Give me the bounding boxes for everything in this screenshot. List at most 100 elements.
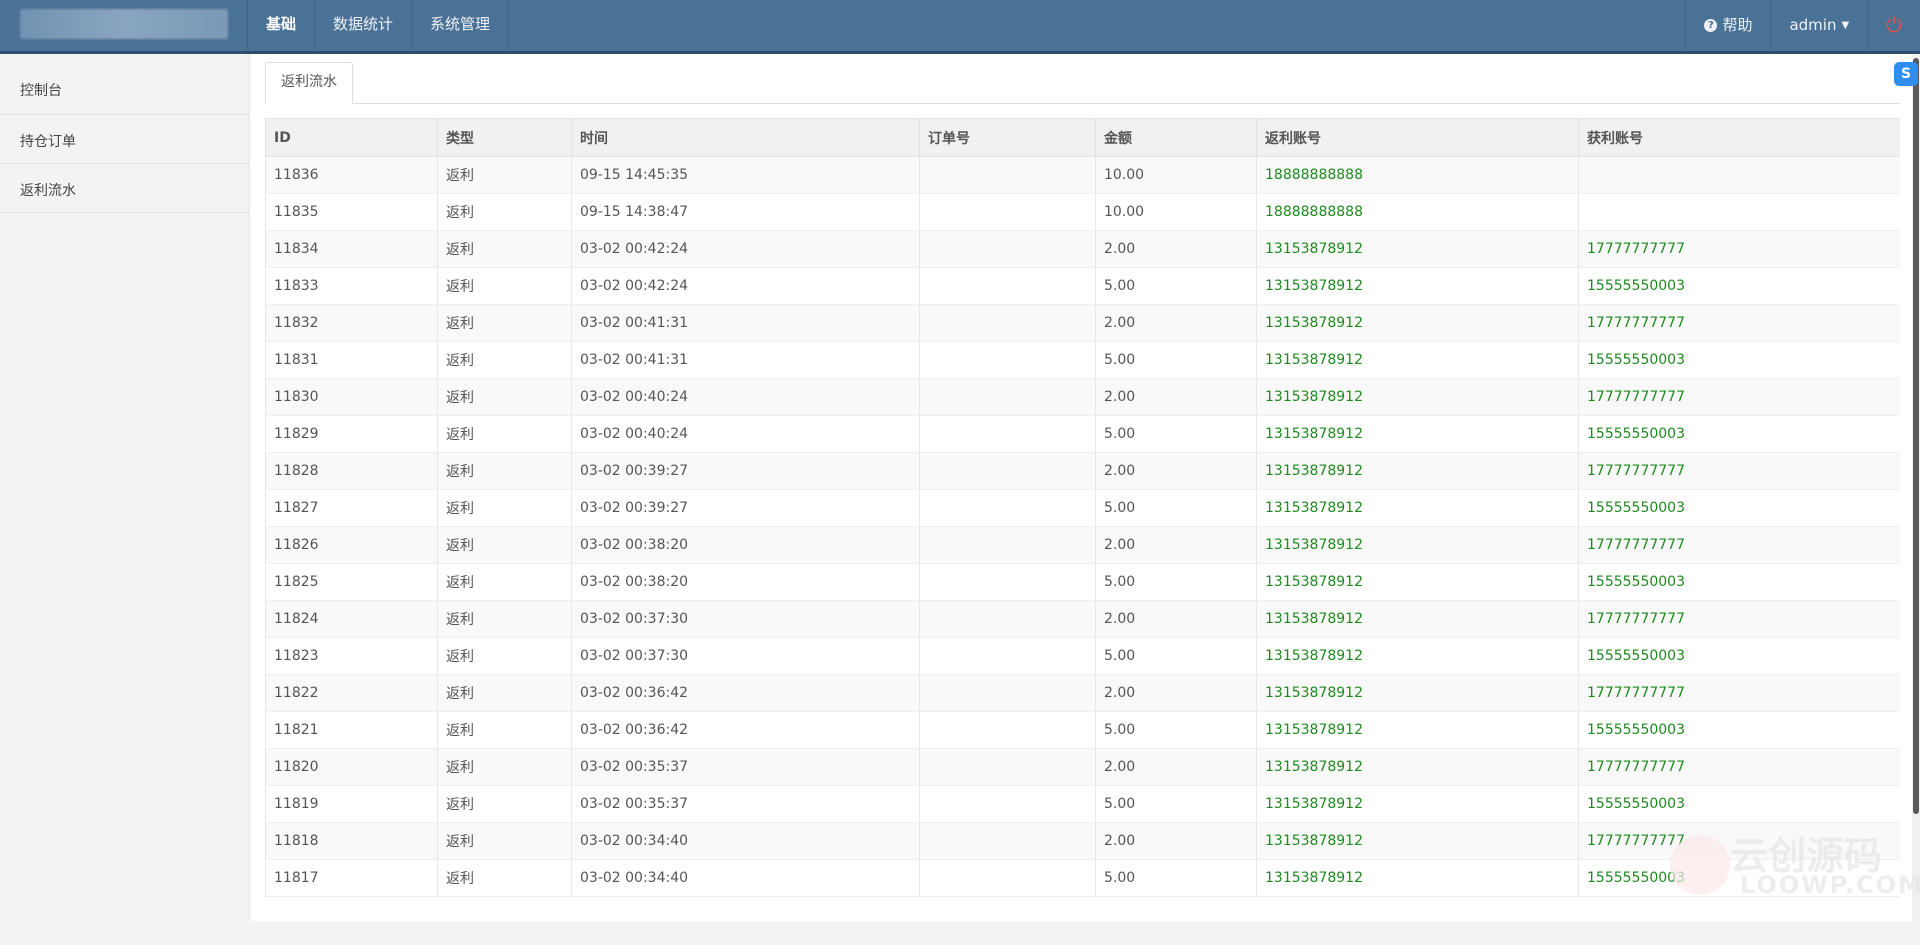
cell-type: 返利 (437, 378, 572, 416)
cell-order-no (919, 600, 1096, 638)
cell-time: 03-02 00:39:27 (571, 452, 920, 490)
cell-id: 11834 (265, 230, 438, 268)
table-row: 11825 返利 03-02 00:38:20 5.00 13153878912 1555… (265, 563, 1900, 601)
cell-time: 03-02 00:40:24 (571, 415, 920, 453)
sidebar-item-rebate-flow[interactable]: 返利流水 (0, 164, 249, 213)
cell-order-no (919, 489, 1096, 527)
cell-id: 11821 (265, 711, 438, 749)
logout-button[interactable]: ⏻ (1867, 0, 1920, 51)
cell-time: 03-02 00:36:42 (571, 711, 920, 749)
scrollbar-thumb[interactable] (1913, 58, 1919, 814)
table-row: 11829 返利 03-02 00:40:24 5.00 13153878912 1555… (265, 415, 1900, 453)
cell-profit-account: 17777777777 (1578, 600, 1900, 638)
cell-profit-account: 17777777777 (1578, 526, 1900, 564)
cell-id: 11820 (265, 748, 438, 786)
cell-rebate-account: 13153878912 (1256, 563, 1579, 601)
table-container: ID 类型 时间 订单号 金额 返利账号 获利账号 11836 返利 09-15 1… (265, 118, 1900, 945)
table-row: 11822 返利 03-02 00:36:42 2.00 13153878912 1777… (265, 674, 1900, 712)
help-button[interactable]: ? 帮助 (1685, 0, 1770, 51)
cell-amount: 2.00 (1095, 748, 1257, 786)
cell-order-no (919, 785, 1096, 823)
table-row: 11832 返利 03-02 00:41:31 2.00 13153878912 1777… (265, 304, 1900, 342)
cell-order-no (919, 711, 1096, 749)
cell-order-no (919, 748, 1096, 786)
cell-amount: 2.00 (1095, 822, 1257, 860)
cell-rebate-account: 13153878912 (1256, 230, 1579, 268)
cell-order-no (919, 378, 1096, 416)
help-label: 帮助 (1722, 16, 1753, 34)
table-row: 11817 返利 03-02 00:34:40 5.00 13153878912 1555… (265, 859, 1900, 897)
cell-rebate-account: 13153878912 (1256, 452, 1579, 490)
cell-time: 03-02 00:41:31 (571, 341, 920, 379)
cell-amount: 2.00 (1095, 378, 1257, 416)
cell-amount: 2.00 (1095, 230, 1257, 268)
cell-rebate-account: 13153878912 (1256, 267, 1579, 305)
cell-type: 返利 (437, 674, 572, 712)
table-row: 11824 返利 03-02 00:37:30 2.00 13153878912 1777… (265, 600, 1900, 638)
cell-profit-account (1578, 193, 1900, 231)
cell-id: 11832 (265, 304, 438, 342)
nav-item-statistics[interactable]: 数据统计 (314, 0, 411, 51)
cell-profit-account: 15555550003 (1578, 267, 1900, 305)
tab-rebate-flow[interactable]: 返利流水 (265, 62, 353, 104)
cell-amount: 5.00 (1095, 415, 1257, 453)
table-row: 11833 返利 03-02 00:42:24 5.00 13153878912 1555… (265, 267, 1900, 305)
cell-rebate-account: 13153878912 (1256, 304, 1579, 342)
col-header-amount[interactable]: 金额 (1095, 118, 1257, 157)
caret-down-icon: ▼ (1841, 20, 1850, 31)
col-header-type[interactable]: 类型 (437, 118, 572, 157)
cell-time: 03-02 00:35:37 (571, 785, 920, 823)
cell-amount: 10.00 (1095, 193, 1257, 231)
col-header-order-no[interactable]: 订单号 (919, 118, 1096, 157)
table-row: 11827 返利 03-02 00:39:27 5.00 13153878912 1555… (265, 489, 1900, 527)
cell-amount: 5.00 (1095, 859, 1257, 897)
cell-time: 03-02 00:41:31 (571, 304, 920, 342)
nav-item-basic[interactable]: 基础 (247, 0, 314, 51)
cell-profit-account: 15555550003 (1578, 489, 1900, 527)
cell-id: 11836 (265, 156, 438, 194)
cell-type: 返利 (437, 452, 572, 490)
col-header-profit-account[interactable]: 获利账号 (1578, 118, 1900, 157)
cell-id: 11833 (265, 267, 438, 305)
cell-order-no (919, 859, 1096, 897)
table-row: 11821 返利 03-02 00:36:42 5.00 13153878912 1555… (265, 711, 1900, 749)
col-header-time[interactable]: 时间 (571, 118, 920, 157)
cell-id: 11831 (265, 341, 438, 379)
table-row: 11819 返利 03-02 00:35:37 5.00 13153878912 1555… (265, 785, 1900, 823)
nav-item-system[interactable]: 系统管理 (411, 0, 510, 51)
cell-amount: 5.00 (1095, 267, 1257, 305)
cell-profit-account: 17777777777 (1578, 674, 1900, 712)
cell-rebate-account: 18888888888 (1256, 193, 1579, 231)
user-menu[interactable]: admin ▼ (1770, 0, 1867, 51)
sidebar-item-dashboard[interactable]: 控制台 (0, 54, 249, 115)
table-row: 11834 返利 03-02 00:42:24 2.00 13153878912 1777… (265, 230, 1900, 268)
cell-type: 返利 (437, 341, 572, 379)
cell-order-no (919, 267, 1096, 305)
cell-profit-account: 17777777777 (1578, 304, 1900, 342)
cell-amount: 5.00 (1095, 637, 1257, 675)
cell-type: 返利 (437, 563, 572, 601)
col-header-id[interactable]: ID (265, 118, 438, 157)
cell-order-no (919, 674, 1096, 712)
cell-order-no (919, 341, 1096, 379)
cell-rebate-account: 13153878912 (1256, 674, 1579, 712)
table-row: 11831 返利 03-02 00:41:31 5.00 13153878912 1555… (265, 341, 1900, 379)
cell-rebate-account: 13153878912 (1256, 489, 1579, 527)
user-label: admin (1789, 16, 1837, 34)
main-nav: 基础 数据统计 系统管理 (247, 0, 510, 51)
cell-rebate-account: 13153878912 (1256, 822, 1579, 860)
cell-type: 返利 (437, 156, 572, 194)
cell-rebate-account: 13153878912 (1256, 600, 1579, 638)
float-tool-icon[interactable]: S (1894, 62, 1918, 86)
cell-order-no (919, 822, 1096, 860)
cell-time: 03-02 00:40:24 (571, 378, 920, 416)
cell-profit-account: 15555550003 (1578, 637, 1900, 675)
cell-id: 11818 (265, 822, 438, 860)
cell-amount: 2.00 (1095, 674, 1257, 712)
question-circle-icon: ? (1704, 19, 1718, 32)
sidebar-item-positions[interactable]: 持仓订单 (0, 115, 249, 164)
cell-type: 返利 (437, 748, 572, 786)
cell-time: 03-02 00:42:24 (571, 267, 920, 305)
cell-amount: 2.00 (1095, 452, 1257, 490)
col-header-rebate-account[interactable]: 返利账号 (1256, 118, 1579, 157)
